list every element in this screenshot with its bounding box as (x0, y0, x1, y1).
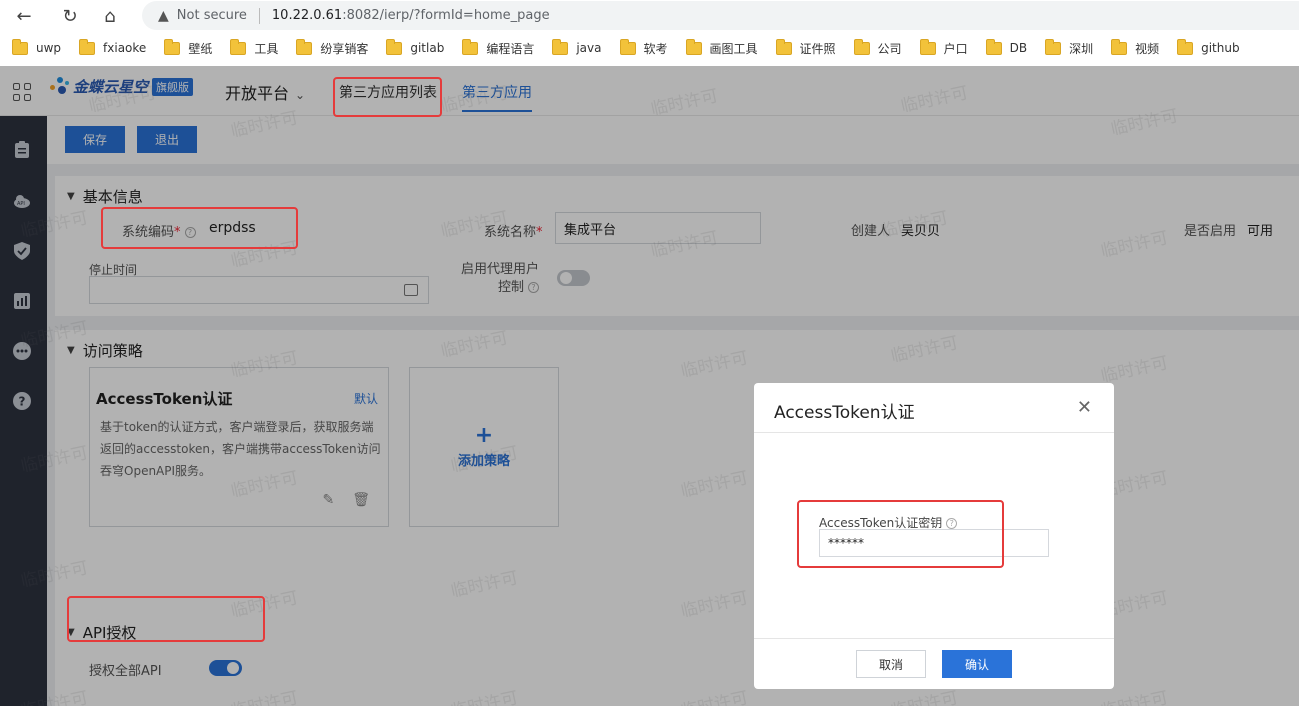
folder-icon (1045, 38, 1062, 55)
bookmark-item[interactable]: 户口 (919, 35, 976, 61)
folder-icon (386, 38, 403, 55)
bookmark-item[interactable]: 公司 (853, 35, 910, 61)
bookmark-item[interactable]: 工具 (230, 35, 286, 61)
accesstoken-dialog: AccessToken认证 ✕ AccessToken认证密钥? ****** … (754, 383, 1114, 689)
confirm-button[interactable]: 确认 (942, 650, 1012, 678)
dialog-title: AccessToken认证 (774, 403, 915, 423)
secret-input[interactable]: ****** (819, 529, 1049, 557)
bookmark-item[interactable]: 证件照 (775, 35, 844, 61)
folder-icon (919, 38, 936, 55)
bookmark-item[interactable]: DB (985, 35, 1035, 61)
folder-icon (1177, 38, 1194, 55)
bookmark-item[interactable]: java (552, 35, 609, 61)
warning-icon: ▲ (158, 7, 169, 24)
folder-icon (775, 38, 792, 55)
bookmarks-bar: uwp fxiaoke 壁纸 工具 纷享销客 gitlab 编程语言 java 软考 画图工具 证件… (0, 34, 1299, 62)
bookmark-item[interactable]: 视频 (1111, 35, 1167, 61)
folder-icon (164, 38, 181, 55)
folder-icon (552, 38, 569, 55)
folder-icon (685, 38, 702, 55)
bookmark-item[interactable]: 纷享销客 (296, 35, 376, 61)
bookmark-item[interactable]: 软考 (619, 35, 676, 61)
security-label: Not secure (176, 8, 247, 23)
home-icon[interactable]: ⌂ (92, 0, 128, 32)
bookmark-item[interactable]: gitlab (386, 35, 452, 61)
reload-icon[interactable]: ↻ (52, 0, 88, 32)
folder-icon (853, 38, 870, 55)
bookmark-item[interactable]: 画图工具 (685, 35, 766, 61)
close-icon[interactable]: ✕ (1077, 397, 1092, 418)
bookmark-item[interactable]: uwp (12, 35, 69, 61)
question-icon[interactable]: ? (946, 518, 958, 529)
folder-icon (79, 38, 96, 55)
bookmark-item[interactable]: 深圳 (1045, 35, 1101, 61)
bookmark-item[interactable]: fxiaoke (79, 35, 154, 61)
cancel-button[interactable]: 取消 (856, 650, 926, 678)
back-icon[interactable]: ← (6, 0, 42, 32)
folder-icon (985, 38, 1002, 55)
folder-icon (1111, 38, 1128, 55)
folder-icon (619, 38, 636, 55)
bookmark-item[interactable]: 壁纸 (164, 35, 220, 61)
address-bar[interactable]: ▲ Not secure 10.22.0.61:8082/ierp/?formI… (142, 1, 1299, 30)
folder-icon (230, 38, 247, 55)
bookmark-item[interactable]: github (1177, 35, 1247, 61)
folder-icon (296, 38, 313, 55)
bookmark-item[interactable]: 编程语言 (462, 35, 542, 61)
folder-icon (462, 38, 479, 55)
url-text: 10.22.0.61:8082/ierp/?formId=home_page (271, 8, 550, 23)
folder-icon (12, 38, 28, 55)
